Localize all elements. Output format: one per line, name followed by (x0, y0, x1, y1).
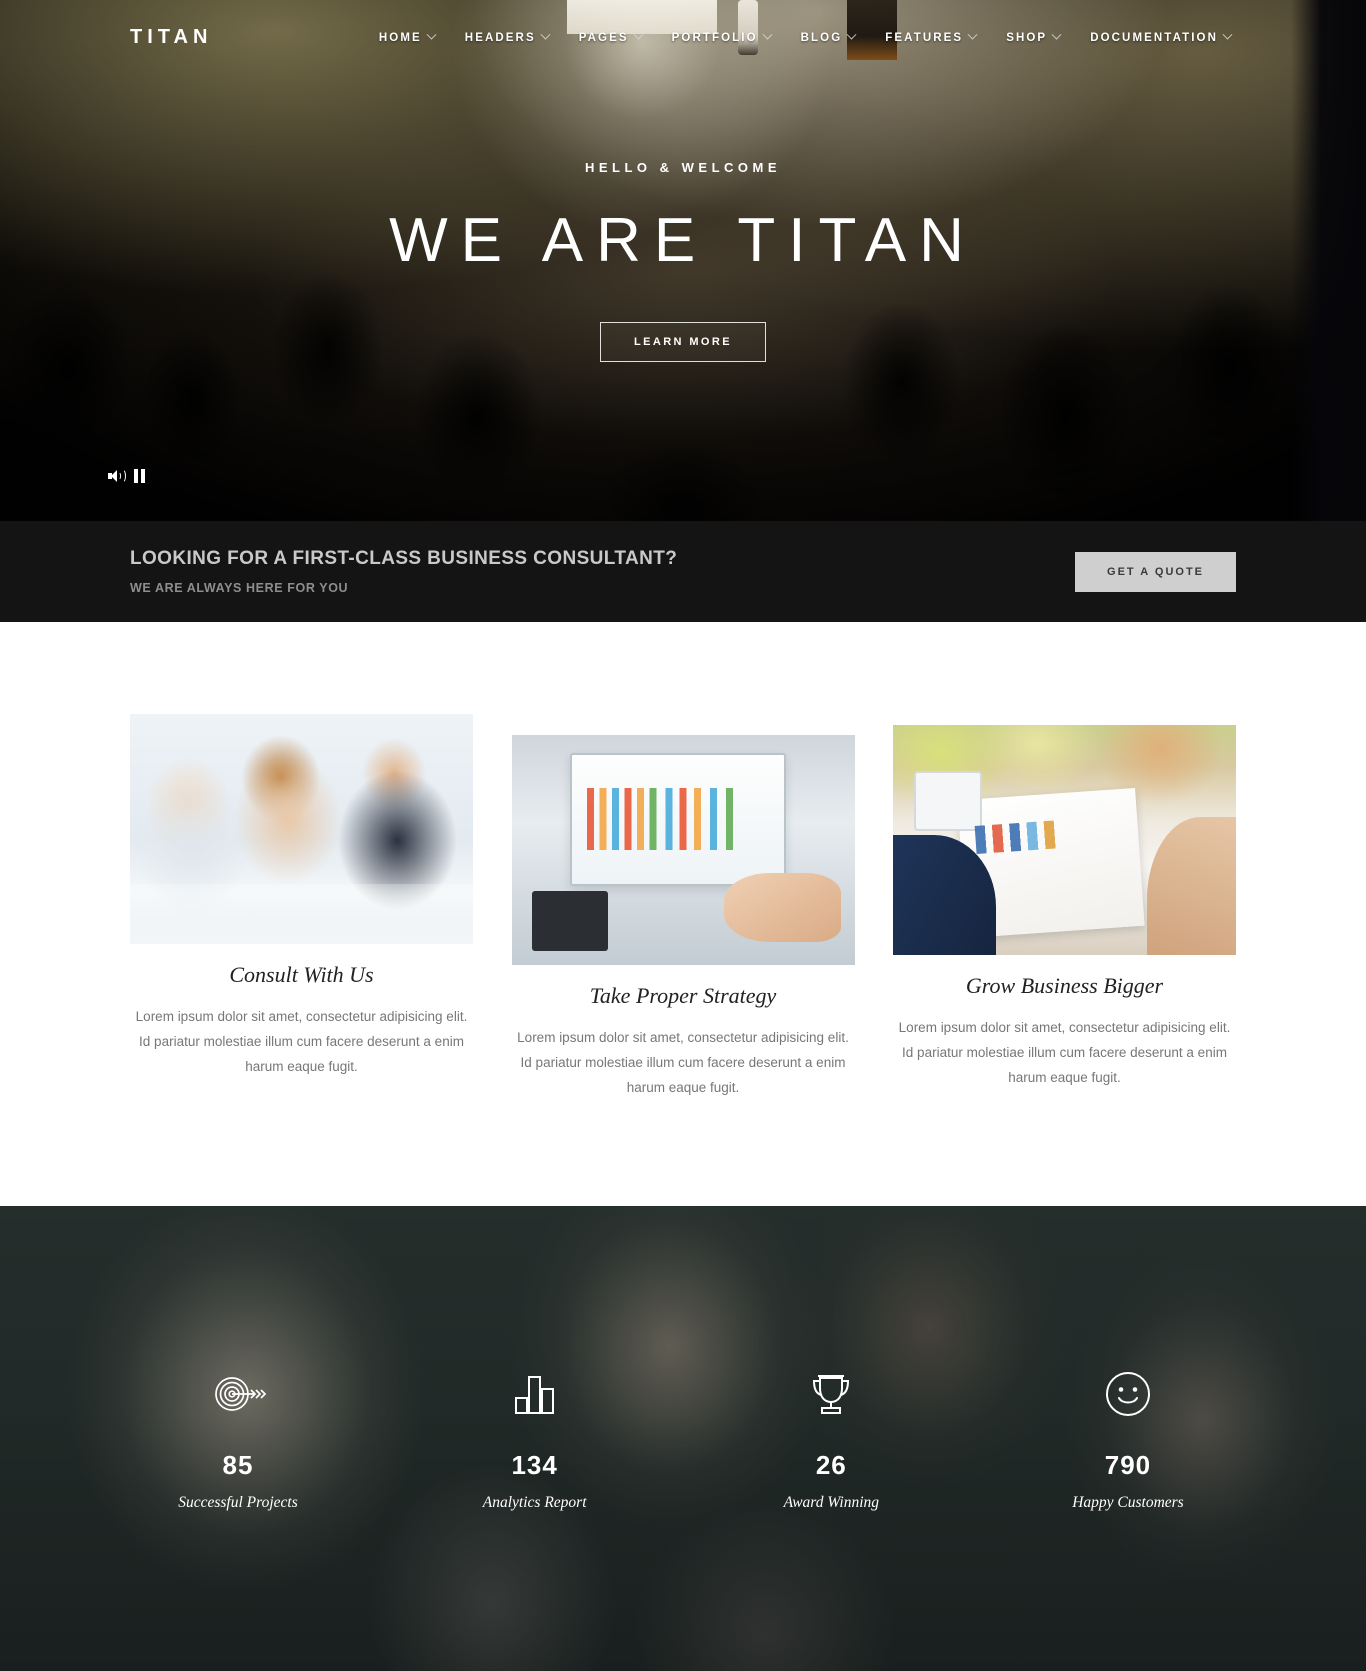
phone-shape (913, 771, 983, 831)
hand-shape (724, 873, 841, 942)
video-controls (108, 469, 145, 483)
cta-text-block: LOOKING FOR A FIRST-CLASS BUSINESS CONSU… (130, 548, 677, 595)
chevron-down-icon (426, 29, 437, 40)
nav-item-portfolio[interactable]: PORTFOLIO (657, 26, 786, 50)
counter-item: 134 Analytics Report (395, 1364, 675, 1512)
cta-band: LOOKING FOR A FIRST-CLASS BUSINESS CONSU… (0, 521, 1366, 622)
counter-label: Award Winning (783, 1494, 880, 1512)
keyboard-shape (532, 891, 608, 952)
smiley-face-icon (988, 1364, 1268, 1424)
nav-item-pages[interactable]: PAGES (564, 26, 657, 50)
nav-item-label: HEADERS (464, 31, 536, 44)
counter-label: Successful Projects (178, 1494, 298, 1512)
service-card-text: Lorem ipsum dolor sit amet, consectetur … (517, 1030, 849, 1095)
nav-item-documentation[interactable]: DOCUMENTATION (1075, 26, 1246, 50)
counter-item: 85 Successful Projects (98, 1364, 378, 1512)
counter-value: 26 (815, 1450, 847, 1481)
cta-inner: LOOKING FOR A FIRST-CLASS BUSINESS CONSU… (130, 548, 1236, 595)
chevron-down-icon (967, 29, 978, 40)
nav-item-blog[interactable]: BLOG (786, 26, 871, 50)
counters-section: 85 Successful Projects 134 Analytics Rep… (0, 1205, 1366, 1671)
service-card-title: Consult With Us (229, 962, 374, 987)
hero-eyebrow: HELLO & WELCOME (584, 160, 782, 175)
nav-item-headers[interactable]: HEADERS (450, 26, 564, 50)
cta-subtitle: WE ARE ALWAYS HERE FOR YOU (130, 581, 349, 595)
service-card-image[interactable] (511, 735, 855, 965)
sleeve-shape-left (893, 835, 996, 955)
counter-label: Analytics Report (482, 1494, 587, 1512)
nav-item-features[interactable]: FEATURES (870, 26, 991, 50)
counter-value: 134 (511, 1450, 558, 1481)
chevron-down-icon (1051, 29, 1062, 40)
volume-icon (108, 469, 126, 483)
service-card[interactable]: Grow Business Bigger Lorem ipsum dolor s… (893, 725, 1236, 1091)
target-arrow-icon (98, 1364, 378, 1424)
nav-item-home[interactable]: HOME (364, 26, 450, 50)
chevron-down-icon (540, 29, 551, 40)
nav-item-label: DOCUMENTATION (1090, 31, 1218, 44)
chevron-down-icon (633, 29, 644, 40)
nav-item-label: FEATURES (885, 31, 964, 44)
sleeve-shape-right (1146, 817, 1236, 955)
nav-item-shop[interactable]: SHOP (991, 26, 1075, 50)
service-card-text: Lorem ipsum dolor sit amet, consectetur … (135, 1009, 468, 1074)
nav-item-label: BLOG (800, 31, 843, 44)
service-card-title: Take Proper Strategy (589, 983, 777, 1008)
services-grid: Consult With Us Lorem ipsum dolor sit am… (130, 714, 1236, 1101)
counter-value: 790 (1104, 1450, 1152, 1481)
chevron-down-icon (762, 29, 773, 40)
site-logo[interactable]: TITAN (130, 26, 212, 49)
service-card[interactable]: Consult With Us Lorem ipsum dolor sit am… (130, 714, 473, 1080)
nav-item-label: HOME (378, 31, 422, 44)
volume-toggle-button[interactable] (108, 469, 126, 483)
main-navigation: TITAN HOME HEADERS PAGES PORTFOLIO BLOG (0, 0, 1366, 75)
service-card-image[interactable] (130, 714, 473, 944)
cta-title: LOOKING FOR A FIRST-CLASS BUSINESS CONSU… (130, 548, 678, 569)
chevron-down-icon (846, 29, 857, 40)
hero-content: HELLO & WELCOME WE ARE TITAN LEARN MORE (0, 0, 1366, 521)
nav-item-label: PORTFOLIO (671, 31, 758, 44)
service-card-image[interactable] (893, 725, 1236, 955)
nav-menu: HOME HEADERS PAGES PORTFOLIO BLOG FEATUR… (364, 26, 1246, 50)
hero-section: TITAN HOME HEADERS PAGES PORTFOLIO BLOG (0, 0, 1366, 521)
service-card[interactable]: Take Proper Strategy Lorem ipsum dolor s… (511, 735, 855, 1101)
chevron-down-icon (1222, 29, 1233, 40)
pause-button[interactable] (134, 469, 145, 483)
trophy-icon (691, 1364, 971, 1424)
learn-more-button[interactable]: LEARN MORE (600, 322, 766, 362)
counter-item: 26 Award Winning (691, 1364, 971, 1512)
counter-label: Happy Customers (1072, 1494, 1184, 1512)
counter-value: 85 (222, 1450, 254, 1481)
nav-item-label: PAGES (578, 31, 629, 44)
counter-item: 790 Happy Customers (988, 1364, 1268, 1512)
get-a-quote-button[interactable]: GET A QUOTE (1075, 551, 1236, 592)
service-card-text: Lorem ipsum dolor sit amet, consectetur … (898, 1020, 1231, 1085)
counters-grid: 85 Successful Projects 134 Analytics Rep… (38, 1206, 1328, 1671)
nav-item-label: SHOP (1006, 31, 1048, 44)
service-card-title: Grow Business Bigger (965, 973, 1164, 998)
pause-icon (134, 469, 145, 483)
services-section: Consult With Us Lorem ipsum dolor sit am… (0, 622, 1366, 1206)
hero-title: WE ARE TITAN (389, 206, 977, 275)
bar-chart-icon (395, 1364, 675, 1424)
